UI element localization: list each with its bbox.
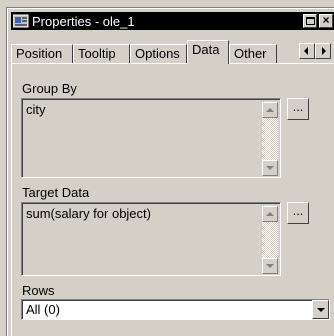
- tab-scroll-left-button[interactable]: [299, 43, 315, 59]
- scroll-up-button[interactable]: [262, 102, 278, 118]
- scroll-track[interactable]: [262, 118, 278, 160]
- arrow-down-icon: [266, 166, 274, 170]
- tab-tooltip[interactable]: Tooltip: [73, 44, 130, 63]
- group-by-edit-button[interactable]: ...: [287, 98, 309, 120]
- tab-strip: Position Tooltip Options Data Other: [11, 39, 334, 64]
- target-data-edit-button[interactable]: ...: [287, 202, 309, 224]
- scroll-down-button[interactable]: [262, 258, 278, 274]
- window-title: Properties - ole_1: [32, 13, 135, 29]
- target-data-scrollbar[interactable]: [262, 206, 278, 274]
- group-by-label: Group By: [22, 81, 77, 96]
- rows-dropdown-button[interactable]: [312, 300, 329, 319]
- close-icon: ×: [322, 13, 330, 27]
- arrow-right-icon: [322, 47, 326, 55]
- arrow-up-icon: [266, 108, 274, 112]
- tab-options[interactable]: Options: [130, 44, 187, 63]
- scroll-track[interactable]: [262, 222, 278, 258]
- arrow-left-icon: [304, 47, 308, 55]
- title-bar[interactable]: Properties - ole_1 ×: [11, 12, 334, 30]
- target-data-textarea[interactable]: sum(salary for object): [21, 202, 281, 276]
- properties-app-icon: [12, 14, 29, 28]
- scroll-down-button[interactable]: [262, 160, 278, 176]
- group-by-textarea[interactable]: city: [21, 98, 281, 178]
- rows-dropdown[interactable]: All (0): [21, 299, 330, 320]
- data-tab-panel: Group By city ... Target Data sum(salary…: [11, 63, 334, 336]
- group-by-scrollbar[interactable]: [262, 102, 278, 176]
- close-button[interactable]: ×: [319, 13, 333, 28]
- properties-window: Properties - ole_1 × Position Tooltip Op…: [7, 8, 334, 336]
- maximize-button[interactable]: [303, 14, 317, 28]
- maximize-icon: [306, 17, 315, 25]
- tab-position[interactable]: Position: [11, 44, 73, 63]
- arrow-down-icon: [266, 264, 274, 268]
- target-data-value: sum(salary for object): [26, 206, 151, 221]
- chevron-down-icon: [317, 308, 325, 312]
- group-by-value: city: [26, 102, 46, 117]
- tab-data[interactable]: Data: [187, 40, 229, 64]
- tab-scroll-right-button[interactable]: [315, 43, 331, 59]
- arrow-up-icon: [266, 212, 274, 216]
- rows-label: Rows: [22, 283, 55, 298]
- tab-other[interactable]: Other: [229, 44, 277, 63]
- rows-selected-value: All (0): [26, 302, 60, 317]
- target-data-label: Target Data: [22, 185, 90, 200]
- scroll-up-button[interactable]: [262, 206, 278, 222]
